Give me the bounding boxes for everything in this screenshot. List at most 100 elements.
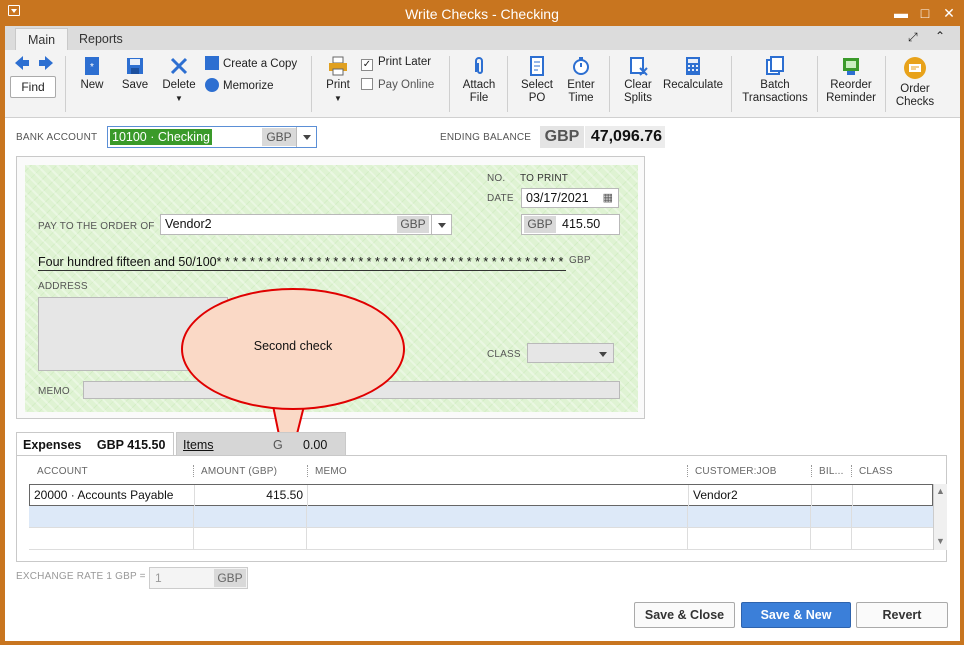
print-button[interactable]: Print ▼ xyxy=(323,56,353,105)
attach-file-button[interactable]: Attach File xyxy=(457,56,501,105)
scroll-down-icon[interactable]: ▼ xyxy=(936,536,945,546)
class-cell[interactable] xyxy=(853,485,934,507)
reorder-reminder-button[interactable]: Reorder Reminder xyxy=(823,56,879,105)
class-select[interactable] xyxy=(527,343,614,363)
billable-cell[interactable] xyxy=(811,506,852,528)
check-no-label: NO. xyxy=(487,173,506,184)
ending-balance-label: ENDING BALANCE xyxy=(440,132,532,143)
customer-job-cell[interactable] xyxy=(688,506,811,528)
save-new-button[interactable]: Save & New xyxy=(741,602,851,628)
revert-button[interactable]: Revert xyxy=(856,602,948,628)
tab-items[interactable]: Items G 0.00 xyxy=(176,432,346,456)
billable-cell[interactable] xyxy=(812,485,853,507)
print-later-checkbox[interactable]: ✓ Print Later xyxy=(361,56,431,71)
create-copy-button[interactable]: Create a Copy xyxy=(205,56,297,70)
save-button[interactable]: Save xyxy=(119,56,151,92)
date-field[interactable]: 03/17/2021 ▦ xyxy=(521,188,619,208)
svg-text:*: * xyxy=(90,62,94,73)
recalculate-button[interactable]: Recalculate xyxy=(661,56,725,92)
grid-scrollbar[interactable]: ▲ ▼ xyxy=(933,484,947,550)
delete-dropdown-icon[interactable]: ▼ xyxy=(175,94,183,103)
tab-reports[interactable]: Reports xyxy=(67,28,135,50)
collapse-ribbon-icon[interactable]: ⌃ xyxy=(935,29,945,43)
class-cell[interactable] xyxy=(852,528,933,550)
select-po-button[interactable]: Select PO xyxy=(515,56,559,105)
memorize-button[interactable]: Memorize xyxy=(205,78,273,92)
class-cell[interactable] xyxy=(852,506,933,528)
tab-expenses[interactable]: Expenses GBP 415.50 xyxy=(16,432,174,456)
amount-cell[interactable]: 415.50 xyxy=(195,485,308,507)
divider[interactable] xyxy=(811,465,812,477)
address-label: ADDRESS xyxy=(38,281,88,292)
expand-icon[interactable]: ⤢ xyxy=(908,30,918,45)
pay-online-check-icon[interactable] xyxy=(361,78,373,90)
print-dropdown-icon[interactable]: ▼ xyxy=(334,94,342,103)
bank-account-select[interactable]: 10100 · Checking GBP xyxy=(107,126,317,148)
create-copy-label: Create a Copy xyxy=(223,58,298,70)
customer-job-cell[interactable]: Vendor2 xyxy=(689,485,812,507)
delete-button[interactable]: Delete ▼ xyxy=(161,56,197,105)
words-currency: GBP xyxy=(569,255,591,266)
enter-time-button[interactable]: Enter Time xyxy=(561,56,601,105)
memo-cell[interactable] xyxy=(307,506,688,528)
save-close-button[interactable]: Save & Close xyxy=(634,602,735,628)
tab-main[interactable]: Main xyxy=(15,28,69,50)
account-cell[interactable] xyxy=(29,528,194,550)
amount-field[interactable]: GBP 415.50 xyxy=(521,214,620,235)
pay-online-checkbox[interactable]: Pay Online xyxy=(361,78,434,91)
table-row[interactable] xyxy=(29,506,933,528)
callout-annotation: Second check xyxy=(181,288,405,410)
exchange-rate-field[interactable]: 1 GBP xyxy=(149,567,248,589)
divider[interactable] xyxy=(193,465,194,477)
memo-cell[interactable] xyxy=(307,528,688,550)
calendar-icon[interactable]: ▦ xyxy=(603,189,613,207)
order-checks-button[interactable]: Order Checks xyxy=(893,56,937,109)
window-client-area: Main Reports ⤢ ⌃ Find * New Save Delete ▼ xyxy=(5,26,960,641)
grid-rows: 20000 · Accounts Payable 415.50 Vendor2 xyxy=(29,484,947,550)
class-dropdown-icon[interactable] xyxy=(593,344,613,362)
title-bar: Write Checks - Checking ▬ □ ✕ xyxy=(0,0,964,26)
new-icon: * xyxy=(85,57,99,75)
divider[interactable] xyxy=(687,465,688,477)
memo-cell[interactable] xyxy=(308,485,689,507)
enter-time-label-2: Time xyxy=(568,92,594,104)
amount-cell[interactable] xyxy=(194,506,307,528)
print-later-check-icon[interactable]: ✓ xyxy=(361,59,373,71)
clear-splits-button[interactable]: Clear Splits xyxy=(617,56,659,105)
divider[interactable] xyxy=(851,465,852,477)
table-row[interactable] xyxy=(29,528,933,550)
prev-next-arrows xyxy=(15,56,53,73)
minimize-icon[interactable]: ▬ xyxy=(892,4,910,22)
print-later-label: Print Later xyxy=(378,56,432,68)
amount-cell[interactable] xyxy=(194,528,307,550)
payee-dropdown-icon[interactable] xyxy=(431,215,451,234)
amount-in-words: Four hundred fifteen and 50/100* * * * *… xyxy=(38,255,566,271)
payee-select[interactable]: Vendor2 GBP xyxy=(160,214,452,235)
divider xyxy=(731,56,732,112)
col-amount: AMOUNT (GBP) xyxy=(201,466,278,477)
write-checks-window: Write Checks - Checking ▬ □ ✕ Main Repor… xyxy=(0,0,964,645)
clear-splits-icon xyxy=(630,57,648,76)
payee-value: Vendor2 xyxy=(165,217,212,231)
ribbon-tabs: Main Reports ⤢ ⌃ xyxy=(5,26,960,50)
prev-next-icon[interactable] xyxy=(15,56,53,70)
billable-cell[interactable] xyxy=(811,528,852,550)
delete-label: Delete xyxy=(162,79,196,91)
reorder-icon xyxy=(843,58,859,75)
bank-dropdown-icon[interactable] xyxy=(296,127,316,147)
customer-job-cell[interactable] xyxy=(688,528,811,550)
col-class: CLASS xyxy=(859,466,893,477)
exchange-currency: GBP xyxy=(214,569,246,587)
divider[interactable] xyxy=(307,465,308,477)
payee-currency: GBP xyxy=(397,216,429,233)
account-cell[interactable]: 20000 · Accounts Payable xyxy=(30,485,195,507)
bank-account-value: 10100 · Checking xyxy=(110,129,212,145)
batch-transactions-button[interactable]: Batch Transactions xyxy=(739,56,811,105)
find-button[interactable]: Find xyxy=(10,76,56,98)
table-row[interactable]: 20000 · Accounts Payable 415.50 Vendor2 xyxy=(29,484,934,507)
close-icon[interactable]: ✕ xyxy=(940,4,958,22)
account-cell[interactable] xyxy=(29,506,194,528)
new-button[interactable]: * New xyxy=(77,56,107,92)
scroll-up-icon[interactable]: ▲ xyxy=(936,486,945,496)
maximize-icon[interactable]: □ xyxy=(916,4,934,22)
